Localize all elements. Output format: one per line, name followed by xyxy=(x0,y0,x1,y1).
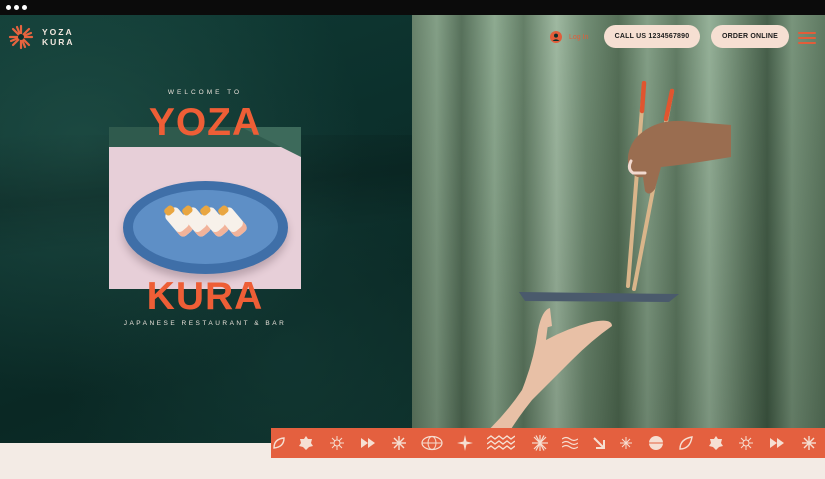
login-link[interactable]: Log In xyxy=(550,31,588,43)
order-online-button[interactable]: ORDER ONLINE xyxy=(711,25,789,48)
hero-tagline: JAPANESE RESTAURANT & BAR xyxy=(123,320,287,327)
spark-icon xyxy=(618,435,634,451)
hand-holding-tray-image xyxy=(472,308,612,445)
globe-icon xyxy=(421,435,443,451)
hand-image xyxy=(627,120,731,194)
hamburger-menu-icon[interactable] xyxy=(798,32,816,44)
checker-icon xyxy=(487,435,515,451)
sunburst-icon xyxy=(532,435,548,451)
arrow-down-right-icon xyxy=(591,435,607,451)
decorative-icon-strip xyxy=(271,428,825,458)
user-icon xyxy=(550,31,562,43)
sunburst-icon xyxy=(391,435,407,451)
waves-icon xyxy=(562,435,578,451)
window-dot-icon[interactable] xyxy=(6,5,11,10)
half-circle-icon xyxy=(648,435,664,451)
sushi-photo xyxy=(109,127,301,289)
hero-title-top: YOZA xyxy=(148,101,262,144)
fast-forward-icon xyxy=(769,435,785,451)
sunburst-icon xyxy=(801,435,817,451)
welcome-text: WELCOME TO xyxy=(167,89,243,96)
leaf-icon xyxy=(678,435,694,451)
site-logo[interactable]: YOZA KURA xyxy=(8,24,75,50)
badge-icon xyxy=(708,435,724,451)
window-dot-icon[interactable] xyxy=(22,5,27,10)
sunburst-icon xyxy=(738,435,754,451)
call-us-button[interactable]: CALL US 1234567890 xyxy=(604,25,700,48)
logo-wordmark: YOZA KURA xyxy=(42,27,75,47)
logo-line-1: YOZA xyxy=(42,27,74,37)
star-icon xyxy=(457,435,473,451)
sunburst-logo-icon xyxy=(8,24,34,50)
leaf-icon xyxy=(271,435,287,451)
sunburst-icon xyxy=(329,435,345,451)
login-label: Log In xyxy=(569,33,589,41)
fast-forward-icon xyxy=(360,435,376,451)
window-dot-icon[interactable] xyxy=(14,5,19,10)
browser-title-bar xyxy=(0,0,825,15)
hero-title-bottom: KURA xyxy=(146,275,264,318)
badge-icon xyxy=(298,435,314,451)
logo-line-2: KURA xyxy=(42,37,75,47)
website-page: YOZA KURA Log In CALL US 1234567890 ORDE… xyxy=(0,15,825,479)
